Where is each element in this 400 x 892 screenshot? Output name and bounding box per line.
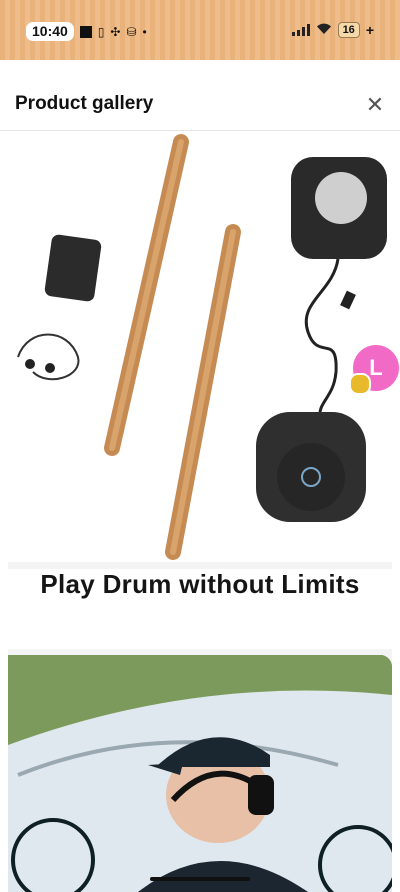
signal-icon xyxy=(291,24,310,36)
charging-plus-icon: + xyxy=(365,22,374,38)
product-gallery-sheet: Product gallery ✕ Play Drum without Limi… xyxy=(0,60,400,892)
stop-square-icon xyxy=(79,25,92,38)
lifestyle-illustration xyxy=(8,655,392,892)
clock: 10:40 xyxy=(26,22,74,41)
close-icon[interactable]: ✕ xyxy=(364,94,386,116)
status-bar: 10:40 ▯ ✣ ⛁ • 16 + xyxy=(0,0,400,60)
status-right: 16 + xyxy=(291,22,374,38)
status-left: 10:40 ▯ ✣ ⛁ • xyxy=(26,22,147,41)
chat-notification-icon xyxy=(349,373,371,395)
dot-icon: • xyxy=(142,24,147,39)
battery-indicator: 16 xyxy=(337,22,360,38)
fan-icon: ✣ xyxy=(110,24,121,39)
database-icon: ⛁ xyxy=(126,24,137,39)
home-indicator xyxy=(150,877,250,881)
page-title: Product gallery xyxy=(15,93,154,114)
drum-kit-illustration xyxy=(17,134,387,560)
sheet-header: Product gallery ✕ xyxy=(0,60,400,131)
banner-headline: Play Drum without Limits xyxy=(40,569,360,599)
battery-saver-icon: ▯ xyxy=(97,24,105,39)
promo-banner: Play Drum without Limits xyxy=(8,569,392,649)
man-with-headphones-image[interactable] xyxy=(8,655,392,892)
drum-kit-product-image[interactable] xyxy=(8,132,392,562)
wifi-icon xyxy=(316,23,332,37)
gallery-scroll[interactable]: Play Drum without Limits xyxy=(8,132,392,892)
